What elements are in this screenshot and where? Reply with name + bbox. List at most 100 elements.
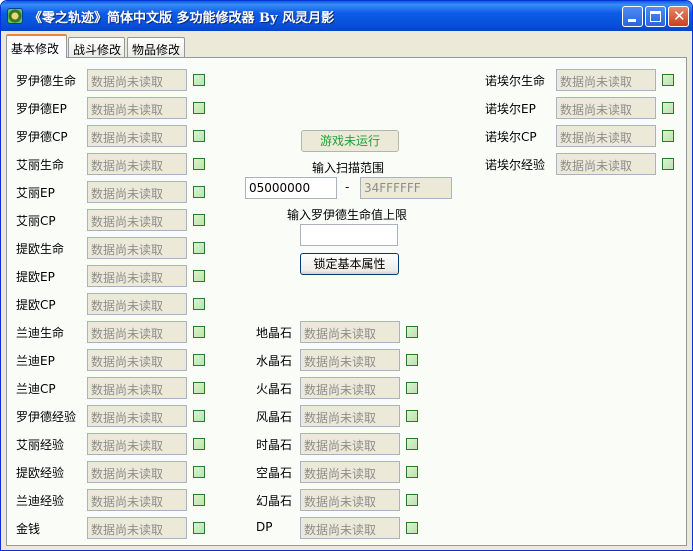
lock-checkbox[interactable]: [193, 74, 205, 86]
lock-checkbox[interactable]: [193, 158, 205, 170]
lock-checkbox[interactable]: [662, 130, 674, 142]
field-label: 兰迪生命: [16, 326, 65, 340]
field-value-input[interactable]: 数据尚未读取: [300, 321, 400, 343]
field-value-input[interactable]: 数据尚未读取: [87, 209, 187, 231]
tab-items[interactable]: 物品修改: [127, 37, 185, 57]
field-value-input[interactable]: 数据尚未读取: [300, 433, 400, 455]
field-label: 提欧CP: [16, 298, 56, 312]
field-label: 罗伊德生命: [16, 74, 77, 88]
field-value-input[interactable]: 数据尚未读取: [87, 433, 187, 455]
lock-checkbox[interactable]: [193, 438, 205, 450]
lock-checkbox[interactable]: [193, 354, 205, 366]
field-value-input[interactable]: 数据尚未读取: [556, 153, 656, 175]
lock-checkbox[interactable]: [406, 382, 418, 394]
field-label: 诺埃尔生命: [485, 74, 546, 88]
field-label: 兰迪经验: [16, 494, 65, 508]
field-label: 风晶石: [256, 410, 293, 424]
lock-checkbox[interactable]: [406, 326, 418, 338]
scan-end-input[interactable]: 34FFFFFF: [360, 177, 452, 199]
field-value-input[interactable]: 数据尚未读取: [87, 405, 187, 427]
field-value-input[interactable]: 数据尚未读取: [87, 349, 187, 371]
field-value-input[interactable]: 数据尚未读取: [87, 293, 187, 315]
lock-checkbox[interactable]: [662, 158, 674, 170]
field-label: 地晶石: [256, 326, 293, 340]
lock-checkbox[interactable]: [193, 410, 205, 422]
scan-separator: -: [345, 180, 350, 194]
field-label: 艾丽生命: [16, 158, 65, 172]
lock-checkbox[interactable]: [193, 130, 205, 142]
minimize-button[interactable]: [622, 6, 643, 27]
field-value-input[interactable]: 数据尚未读取: [300, 405, 400, 427]
field-value-input[interactable]: 数据尚未读取: [300, 349, 400, 371]
lock-checkbox[interactable]: [406, 466, 418, 478]
lock-checkbox[interactable]: [193, 214, 205, 226]
lock-checkbox[interactable]: [193, 522, 205, 534]
title-bar[interactable]: 《零之轨迹》简体中文版 多功能修改器 By 风灵月影 ✕: [1, 1, 692, 31]
hp-limit-input[interactable]: [300, 224, 398, 246]
field-label: 幻晶石: [256, 494, 293, 508]
lock-basic-button[interactable]: 锁定基本属性: [300, 253, 399, 275]
field-value-input[interactable]: 数据尚未读取: [87, 265, 187, 287]
field-value-input[interactable]: 数据尚未读取: [87, 153, 187, 175]
field-label: 提欧EP: [16, 270, 55, 284]
scan-range-label: 输入扫描范围: [312, 161, 385, 175]
field-value-input[interactable]: 数据尚未读取: [556, 69, 656, 91]
maximize-icon: [650, 11, 661, 22]
field-value-input[interactable]: 数据尚未读取: [87, 69, 187, 91]
lock-checkbox[interactable]: [406, 410, 418, 422]
field-value-input[interactable]: 数据尚未读取: [87, 181, 187, 203]
maximize-button[interactable]: [645, 6, 666, 27]
lock-checkbox[interactable]: [193, 494, 205, 506]
field-value-input[interactable]: 数据尚未读取: [87, 489, 187, 511]
lock-checkbox[interactable]: [193, 298, 205, 310]
field-value-input[interactable]: 数据尚未读取: [556, 97, 656, 119]
game-status-button[interactable]: 游戏未运行: [301, 130, 399, 152]
field-value-input[interactable]: 数据尚未读取: [300, 377, 400, 399]
close-button[interactable]: ✕: [668, 6, 689, 27]
client-area: 基本修改 战斗修改 物品修改 游戏未运行 输入扫描范围 05000000 - 3…: [4, 31, 689, 549]
lock-checkbox[interactable]: [193, 270, 205, 282]
field-value-input[interactable]: 数据尚未读取: [300, 517, 400, 539]
field-value-input[interactable]: 数据尚未读取: [556, 125, 656, 147]
field-label: 火晶石: [256, 382, 293, 396]
lock-checkbox[interactable]: [193, 186, 205, 198]
field-value-input[interactable]: 数据尚未读取: [300, 461, 400, 483]
field-label: 罗伊德经验: [16, 410, 77, 424]
scan-start-input[interactable]: 05000000: [245, 177, 337, 199]
app-icon: [7, 8, 23, 24]
field-value-input[interactable]: 数据尚未读取: [87, 321, 187, 343]
close-icon: ✕: [673, 7, 686, 25]
tab-battle[interactable]: 战斗修改: [68, 37, 125, 57]
field-label: 空晶石: [256, 466, 293, 480]
field-value-input[interactable]: 数据尚未读取: [300, 489, 400, 511]
lock-checkbox[interactable]: [406, 438, 418, 450]
field-value-input[interactable]: 数据尚未读取: [87, 97, 187, 119]
field-label: 诺埃尔经验: [485, 158, 546, 172]
field-value-input[interactable]: 数据尚未读取: [87, 125, 187, 147]
lock-checkbox[interactable]: [193, 382, 205, 394]
field-value-input[interactable]: 数据尚未读取: [87, 377, 187, 399]
minimize-icon: [628, 19, 636, 22]
field-label: 罗伊德EP: [16, 102, 67, 116]
field-label: 诺埃尔EP: [485, 102, 536, 116]
field-value-input[interactable]: 数据尚未读取: [87, 461, 187, 483]
field-label: 提欧经验: [16, 466, 65, 480]
field-label: 罗伊德CP: [16, 130, 68, 144]
field-label: 艾丽EP: [16, 186, 55, 200]
field-label: 水晶石: [256, 354, 293, 368]
lock-checkbox[interactable]: [193, 242, 205, 254]
lock-checkbox[interactable]: [662, 102, 674, 114]
lock-checkbox[interactable]: [193, 326, 205, 338]
lock-checkbox[interactable]: [662, 74, 674, 86]
field-value-input[interactable]: 数据尚未读取: [87, 517, 187, 539]
field-label: 艾丽经验: [16, 438, 65, 452]
tab-basic[interactable]: 基本修改: [6, 34, 67, 58]
lock-checkbox[interactable]: [406, 354, 418, 366]
window-title: 《零之轨迹》简体中文版 多功能修改器 By 风灵月影: [29, 11, 335, 26]
field-label: 金钱: [16, 522, 41, 536]
lock-checkbox[interactable]: [193, 102, 205, 114]
lock-checkbox[interactable]: [193, 466, 205, 478]
lock-checkbox[interactable]: [406, 494, 418, 506]
lock-checkbox[interactable]: [406, 522, 418, 534]
field-value-input[interactable]: 数据尚未读取: [87, 237, 187, 259]
